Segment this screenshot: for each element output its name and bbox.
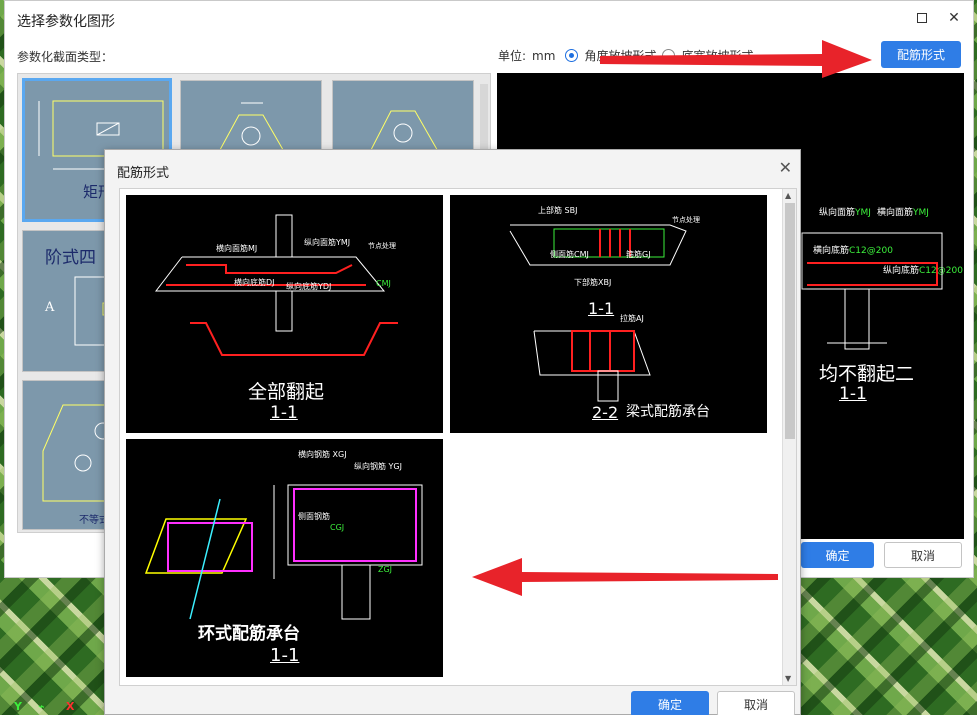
label-ygj: 纵向钢筋 YGJ xyxy=(354,462,402,471)
label-zgj: ZGJ xyxy=(378,565,393,574)
gallery-scrollbar[interactable]: ▲ ▼ xyxy=(782,189,796,685)
svg-text:A: A xyxy=(44,300,55,315)
dialog-title: 选择参数化图形 xyxy=(17,14,115,30)
card-section-beam-cap-1: 1-1 xyxy=(588,299,615,318)
maximize-button[interactable] xyxy=(913,9,931,27)
label-gj: 箍筋GJ xyxy=(626,250,651,259)
rebar-card-ring-cap[interactable]: 横向钢筋 XGJ 纵向钢筋 YGJ 侧面钢筋 CGJ ZGJ 环式配筋承台 1-… xyxy=(126,439,443,677)
outer-ok-button[interactable]: 确定 xyxy=(801,542,874,568)
label-ymj: 纵向面筋YMJ xyxy=(304,238,351,247)
label-xbj: 下部筋XBJ xyxy=(574,278,612,287)
axis-y-label: Y xyxy=(14,700,22,713)
card-caption-ring-cap: 环式配筋承台 xyxy=(198,624,300,644)
rebar-form-gallery: 横向面筋MJ 纵向面筋YMJ 横向底筋DJ 纵向底筋YDJ CMJ 节点处理 全… xyxy=(119,188,797,686)
svg-text:横向底筋C12@200: 横向底筋C12@200 xyxy=(813,244,893,256)
svg-text:横向面筋YMJ: 横向面筋YMJ xyxy=(877,206,929,218)
inner-ok-button[interactable]: 确定 xyxy=(631,691,709,715)
rebar-card-beam-cap[interactable]: 上部筋 SBJ 下部筋XBJ 侧面筋CMJ 节点处理 拉筋AJ 箍筋GJ 1-1… xyxy=(450,195,767,433)
axis-indicator: Y ⌁ X xyxy=(14,695,84,715)
axis-x-label: X xyxy=(66,700,75,713)
annotation-arrow-left xyxy=(472,558,778,596)
label-aj: 拉筋AJ xyxy=(620,314,644,323)
rebar-dialog-title: 配筋形式 xyxy=(117,166,170,181)
card-section-beam-cap-2: 2-2 xyxy=(592,403,619,422)
label-dj: 横向底筋DJ xyxy=(234,278,275,287)
svg-text:纵向面筋YMJ: 纵向面筋YMJ xyxy=(819,206,871,218)
section-type-label: 参数化截面类型： xyxy=(17,50,114,64)
axis-z-label: ⌁ xyxy=(38,700,45,713)
label-node-2: 节点处理 xyxy=(672,216,700,224)
outer-cancel-button[interactable]: 取消 xyxy=(884,542,962,568)
rebar-form-dialog: 配筋形式 ✕ 横向面筋MJ 纵向面筋YMJ 横向底筋DJ 纵向底筋YDJ CMJ… xyxy=(104,149,801,715)
annotation-arrow-right xyxy=(600,40,872,78)
close-button[interactable]: ✕ xyxy=(945,9,963,27)
label-sbj: 上部筋 SBJ xyxy=(538,206,578,215)
scroll-thumb[interactable] xyxy=(785,203,795,439)
preview-section-label: 1-1 xyxy=(839,384,867,404)
card-caption-beam-cap: 梁式配筋承台 xyxy=(626,404,710,420)
label-cmj-2: 侧面筋CMJ xyxy=(550,250,589,259)
label-mj: 横向面筋MJ xyxy=(216,244,258,253)
label-cmj: CMJ xyxy=(376,279,391,288)
close-icon: ✕ xyxy=(778,158,792,177)
scroll-down-icon[interactable]: ▼ xyxy=(785,674,791,683)
rebar-form-button[interactable]: 配筋形式 xyxy=(881,41,961,68)
label-ydj: 纵向底筋YDJ xyxy=(286,282,332,291)
label-cgj: CGJ xyxy=(330,523,345,532)
label-side-rebar: 侧面钢筋 xyxy=(298,512,330,521)
card-section-full-bent: 1-1 xyxy=(270,403,298,423)
inner-cancel-button[interactable]: 取消 xyxy=(717,691,795,715)
rebar-card-full-bent[interactable]: 横向面筋MJ 纵向面筋YMJ 横向底筋DJ 纵向底筋YDJ CMJ 节点处理 全… xyxy=(126,195,443,433)
label-node: 节点处理 xyxy=(368,242,396,250)
unit-label: 单位: xyxy=(498,49,527,63)
radio-angle-slope[interactable] xyxy=(565,49,579,62)
maximize-icon xyxy=(917,13,927,23)
rebar-dialog-close-button[interactable]: ✕ xyxy=(779,158,792,177)
preview-caption: 均不翻起二 xyxy=(819,363,915,385)
unit-value: mm xyxy=(532,48,556,63)
scroll-up-icon[interactable]: ▲ xyxy=(785,191,791,200)
card-caption-full-bent: 全部翻起 xyxy=(248,381,325,403)
svg-text:纵向底筋C12@200: 纵向底筋C12@200 xyxy=(883,264,963,276)
card-section-ring-cap: 1-1 xyxy=(270,645,300,666)
close-icon: ✕ xyxy=(948,10,960,26)
label-xgj: 横向钢筋 XGJ xyxy=(298,450,347,459)
